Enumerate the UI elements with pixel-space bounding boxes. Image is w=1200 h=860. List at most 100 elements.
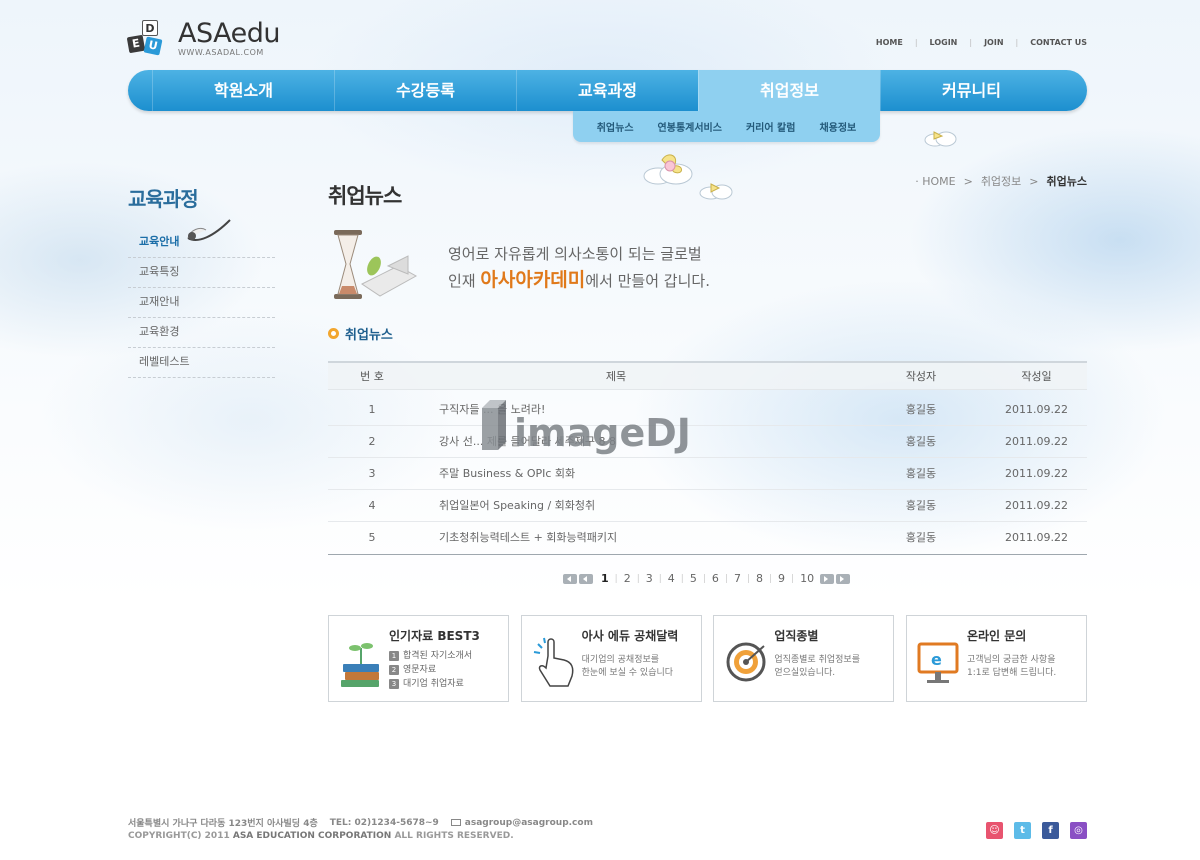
sidebar-menu: 교육안내 교육특징 교재안내 교육환경 레벨테스트 — [128, 228, 275, 378]
list-item-text: 대기업 취업자료 — [403, 679, 464, 689]
social-links: ☺ t f ◎ — [975, 822, 1087, 839]
page-8[interactable]: 8 — [756, 572, 763, 585]
list-number: 3 — [389, 679, 399, 689]
row-title[interactable]: 기초청취능력테스트 + 회화능력패키지 — [416, 522, 856, 554]
sub-nav-recruit[interactable]: 채용정보 — [819, 119, 856, 134]
row-date: 2011.09.22 — [1005, 499, 1068, 512]
nav-item-jobs[interactable]: 취업정보 — [698, 70, 880, 111]
list-item[interactable]: 2 영문자료 — [389, 663, 472, 677]
monitor-icon: e — [917, 642, 959, 683]
page-5[interactable]: 5 — [690, 572, 697, 585]
row-no: 5 — [368, 531, 376, 544]
separator: | — [914, 38, 918, 47]
list-item[interactable]: 3 대기업 취업자료 — [389, 677, 472, 691]
list-number: 1 — [389, 651, 399, 661]
page-2[interactable]: 2 — [624, 572, 631, 585]
breadcrumb-home[interactable]: · HOME — [915, 175, 955, 188]
chevron-right-icon: > — [963, 174, 973, 188]
separator: | — [768, 573, 773, 584]
box-description: 고객님의 궁금한 사항을 1:1로 답변해 드립니다. — [967, 654, 1056, 680]
logo[interactable]: D E U ASAedu WWW.ASADAL.COM — [126, 18, 280, 60]
nav-item-community[interactable]: 커뮤니티 — [880, 70, 1062, 111]
sidebar-item-environment[interactable]: 교육환경 — [128, 318, 275, 348]
row-title[interactable]: 취업일본어 Speaking / 회화청취 — [416, 490, 856, 521]
table-row[interactable]: 3 주말 Business & OPIc 회화 홍길동 2011.09.22 — [328, 458, 1087, 490]
sidebar-item-level-test[interactable]: 레벨테스트 — [128, 348, 275, 378]
table-row[interactable]: 4 취업일본어 Speaking / 회화청취 홍길동 2011.09.22 — [328, 490, 1087, 522]
col-header-title: 제목 — [605, 370, 627, 383]
box-title: 아사 에듀 공채달력 — [581, 629, 679, 643]
row-writer: 홍길동 — [905, 467, 937, 480]
page-title: 취업뉴스 — [328, 184, 402, 208]
prev-page-button[interactable] — [579, 573, 593, 584]
row-no: 1 — [368, 403, 376, 416]
nav-item-register[interactable]: 수강등록 — [334, 70, 516, 111]
slogan-line-1: 영어로 자유롭게 의사소통이 되는 글로벌 — [448, 245, 702, 263]
sub-nav-career-column[interactable]: 커리어 칼럼 — [746, 119, 795, 134]
table-header: 번 호 제목 작성자 작성일 — [328, 363, 1087, 390]
page-1[interactable]: 1 — [601, 572, 609, 585]
row-title[interactable]: 주말 Business & OPIc 회화 — [416, 458, 856, 489]
logo-url: WWW.ASADAL.COM — [178, 48, 264, 57]
cloud-flower-icon — [643, 154, 693, 185]
facebook-icon[interactable]: f — [1042, 822, 1059, 839]
target-icon — [726, 642, 766, 682]
footer-address-text: 서울특별시 가나구 다라동 123번지 아사빌딩 4층 — [128, 819, 318, 829]
first-page-button[interactable] — [563, 573, 577, 584]
top-links: HOME | LOGIN | JOIN | CONTACT US — [876, 38, 1087, 47]
separator: | — [1015, 38, 1019, 47]
sub-nav-job-news[interactable]: 취업뉴스 — [597, 119, 634, 134]
list-item[interactable]: 1 합격된 자기소개서 — [389, 649, 472, 663]
sidebar-item-edu-features[interactable]: 교육특징 — [128, 258, 275, 288]
separator: | — [658, 573, 662, 584]
separator: | — [791, 573, 795, 584]
page-4[interactable]: 4 — [668, 572, 675, 585]
row-writer: 홍길동 — [905, 531, 937, 544]
separator: | — [636, 573, 640, 584]
last-page-button[interactable] — [836, 573, 851, 584]
page-7[interactable]: 7 — [734, 572, 741, 585]
sidebar-item-edu-info[interactable]: 교육안내 — [128, 228, 275, 258]
quick-boxes: 인기자료 BEST3 1 합격된 자기소개서 2 영문자료 3 대기업 취업자료 아사… — [328, 615, 1087, 702]
sidebar-item-textbooks[interactable]: 교재안내 — [128, 288, 275, 318]
watermark-text: imageDJ — [514, 411, 691, 455]
page-3[interactable]: 3 — [646, 572, 653, 585]
list-number: 2 — [389, 665, 399, 675]
sub-nav: 취업뉴스 연봉통계서비스 커리어 칼럼 채용정보 — [573, 111, 880, 142]
box-desc-line: 얻으실있습니다. — [774, 668, 836, 678]
box-description: 업직종별로 취업정보를 얻으실있습니다. — [774, 654, 860, 680]
slogan-line-2: 인재 아사아카데미에서 만들어 갑니다. — [448, 265, 710, 292]
envelope-icon — [450, 819, 461, 826]
slogan-post: 에서 만들어 갑니다. — [585, 272, 710, 290]
box-job-category[interactable]: 업직종별 업직종별로 취업정보를 얻으실있습니다. — [713, 615, 895, 702]
box-online-inquiry[interactable]: e 온라인 문의 고객님의 궁금한 사항을 1:1로 답변해 드립니다. — [905, 615, 1087, 702]
box-popular-best3[interactable]: 인기자료 BEST3 1 합격된 자기소개서 2 영문자료 3 대기업 취업자료 — [328, 615, 509, 702]
footer-email[interactable]: asagroup@asagroup.com — [450, 817, 593, 828]
next-page-button[interactable] — [820, 573, 835, 584]
row-writer: 홍길동 — [905, 403, 937, 416]
top-link-contact[interactable]: CONTACT US — [1030, 38, 1087, 47]
nav-item-courses[interactable]: 교육과정 — [516, 70, 698, 111]
books-icon — [341, 643, 379, 687]
me2day-icon[interactable]: ☺ — [986, 822, 1003, 839]
top-link-home[interactable]: HOME — [876, 38, 903, 47]
top-link-login[interactable]: LOGIN — [930, 38, 958, 47]
top-link-join[interactable]: JOIN — [984, 38, 1003, 47]
page-9[interactable]: 9 — [778, 572, 785, 585]
twitter-icon[interactable]: t — [1014, 822, 1031, 839]
row-date: 2011.09.22 — [1005, 435, 1068, 448]
table-row[interactable]: 5 기초청취능력테스트 + 회화능력패키지 홍길동 2011.09.22 — [328, 522, 1087, 554]
breadcrumb-jobs[interactable]: 취업정보 — [981, 173, 1021, 189]
breadcrumb: · HOME > 취업정보 > 취업뉴스 — [915, 173, 1087, 189]
box-recruit-calendar[interactable]: 아사 에듀 공채달력 대기업의 공채정보를 한눈에 보실 수 있습니다 — [520, 615, 702, 702]
yozm-icon[interactable]: ◎ — [1070, 822, 1087, 839]
footer-email-text: asagroup@asagroup.com — [464, 817, 593, 828]
nav-item-about[interactable]: 학원소개 — [152, 70, 334, 111]
page-6[interactable]: 6 — [712, 572, 719, 585]
cloud-small-icon — [699, 183, 733, 200]
logo-cube-e: E — [126, 34, 146, 54]
svg-text:e: e — [931, 650, 942, 669]
page-10[interactable]: 10 — [800, 572, 814, 585]
sub-nav-salary-stats[interactable]: 연봉통계서비스 — [658, 119, 722, 134]
box-description: 대기업의 공채정보를 한눈에 보실 수 있습니다 — [582, 654, 673, 680]
